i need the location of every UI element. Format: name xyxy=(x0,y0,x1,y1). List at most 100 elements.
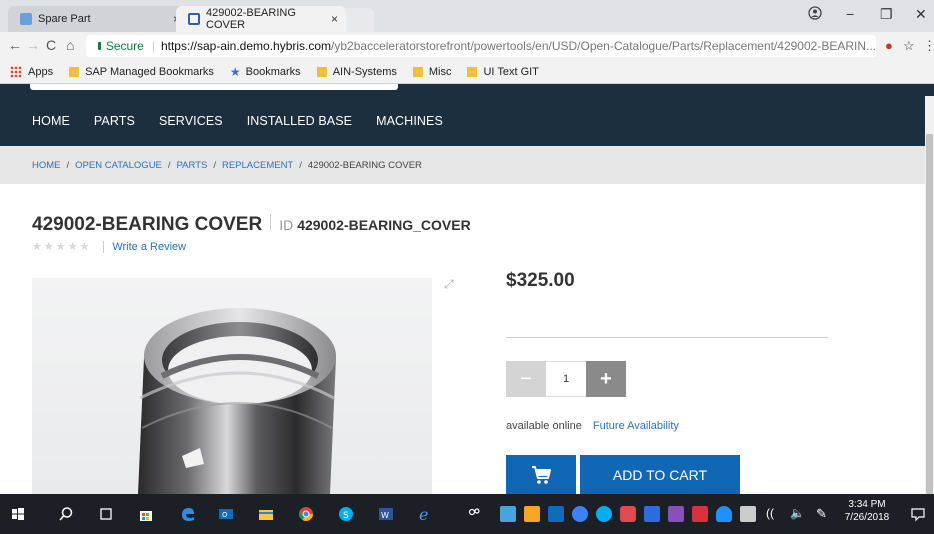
cart-icon-button[interactable] xyxy=(506,455,576,494)
bookmark-sap-managed[interactable]: SAP Managed Bookmarks xyxy=(69,66,214,78)
outlook-icon[interactable]: O xyxy=(218,506,234,522)
scrollbar-thumb[interactable] xyxy=(926,134,933,494)
folder-icon xyxy=(412,66,423,77)
main-navigation: HOME PARTS SERVICES INSTALLED BASE MACHI… xyxy=(0,96,934,146)
file-explorer-icon[interactable] xyxy=(258,506,274,522)
svg-text:e: e xyxy=(419,506,428,522)
tab-spare-part[interactable]: Spare Part × xyxy=(8,6,188,32)
quantity-decrease-button[interactable]: − xyxy=(506,361,546,397)
edge-icon[interactable] xyxy=(180,506,196,522)
product-price: $325.00 xyxy=(506,270,575,291)
address-bar-row: ← → C ⌂ Secure | https://sap-ain.demo.hy… xyxy=(0,32,934,60)
nav-installed-base[interactable]: INSTALLED BASE xyxy=(247,114,352,128)
quantity-stepper: − 1 + xyxy=(506,361,626,397)
tray-skype-icon[interactable] xyxy=(596,506,612,522)
url-divider: | xyxy=(151,39,155,53)
expand-image-icon[interactable]: ⤢ xyxy=(444,277,460,293)
svg-text:O: O xyxy=(222,511,228,519)
home-button[interactable]: ⌂ xyxy=(66,37,74,53)
bookmark-ain-systems[interactable]: AIN-Systems xyxy=(316,66,397,78)
store-icon[interactable] xyxy=(138,506,154,522)
lock-icon xyxy=(98,42,101,50)
tray-app-icon[interactable] xyxy=(524,506,540,522)
breadcrumb-separator: / xyxy=(213,159,216,171)
product-rating: ★★★★★ Write a Review xyxy=(32,240,186,253)
clock-time: 3:34 PM xyxy=(848,499,886,510)
reload-button[interactable]: C xyxy=(46,37,56,53)
tab-bearing-cover[interactable]: 429002-BEARING COVER × xyxy=(176,6,346,32)
folder-icon xyxy=(467,66,478,77)
availability-status: available online xyxy=(506,420,582,432)
tray-app-icon[interactable] xyxy=(572,506,588,522)
write-review-link[interactable]: Write a Review xyxy=(112,241,186,253)
bookmark-ui-text-git[interactable]: UI Text GIT xyxy=(467,65,539,78)
tray-shield-icon[interactable] xyxy=(644,506,660,522)
chrome-icon[interactable] xyxy=(298,506,314,522)
star-icon: ★ xyxy=(229,64,241,79)
tab-close-icon[interactable]: × xyxy=(331,12,338,26)
internet-explorer-icon[interactable]: e xyxy=(418,506,434,522)
breadcrumb-open-catalogue[interactable]: OPEN CATALOGUE xyxy=(75,160,162,171)
search-icon[interactable] xyxy=(58,506,74,522)
browser-tab-strip: Spare Part × 429002-BEARING COVER × − ❐ … xyxy=(0,0,934,32)
folder-icon xyxy=(316,66,327,77)
breadcrumb-separator: / xyxy=(167,159,171,171)
bookmark-label: UI Text GIT xyxy=(483,65,539,78)
pen-icon[interactable]: ✎ xyxy=(816,506,832,522)
tray-outlook-icon[interactable] xyxy=(548,506,564,522)
tray-battery-icon[interactable] xyxy=(740,506,756,522)
menu-icon[interactable]: ⋮ xyxy=(923,38,934,54)
wifi-icon[interactable]: (( xyxy=(766,506,782,522)
product-name: 429002-BEARING COVER xyxy=(32,214,263,235)
tray-app-icon[interactable] xyxy=(668,506,684,522)
forward-button[interactable]: → xyxy=(26,37,40,53)
product-id-value: 429002-BEARING_COVER xyxy=(297,217,471,233)
tray-app-icon[interactable] xyxy=(500,506,516,522)
breadcrumb-replacement[interactable]: REPLACEMENT xyxy=(222,160,293,171)
volume-icon[interactable]: 🔈 xyxy=(790,506,806,522)
back-button[interactable]: ← xyxy=(8,37,22,53)
tray-onedrive-icon[interactable] xyxy=(716,506,732,522)
bookmark-bookmarks[interactable]: ★ Bookmarks xyxy=(230,65,301,79)
bookmark-apps[interactable]: Apps xyxy=(10,65,53,78)
add-to-cart-button[interactable]: ADD TO CART xyxy=(580,455,740,494)
nav-parts[interactable]: PARTS xyxy=(94,114,135,128)
clock[interactable]: 3:34 PM 7/26/2018 xyxy=(842,499,892,523)
task-view-icon[interactable] xyxy=(98,506,114,522)
breadcrumb-home[interactable]: HOME xyxy=(32,160,61,171)
profile-icon[interactable] xyxy=(808,6,822,23)
product-image[interactable] xyxy=(32,278,432,494)
url-path: /yb2bacceleratorstorefront/powertools/en… xyxy=(331,39,876,53)
nav-home[interactable]: HOME xyxy=(32,114,70,128)
bearing-cover-image xyxy=(138,308,336,494)
url-domain: https://sap-ain.demo.hybris.com xyxy=(160,39,332,53)
tray-mcafee-icon[interactable] xyxy=(692,506,708,522)
minimize-button[interactable]: − xyxy=(846,6,854,22)
future-availability-link[interactable]: Future Availability xyxy=(593,420,679,432)
availability-row: available online Future Availability xyxy=(506,420,679,432)
scrollbar[interactable] xyxy=(925,96,934,494)
bookmark-misc[interactable]: Misc xyxy=(412,66,451,78)
nav-machines[interactable]: MACHINES xyxy=(376,114,443,128)
tab-title: Spare Part xyxy=(38,13,91,25)
word-icon[interactable]: W xyxy=(378,506,394,522)
bookmark-star-icon[interactable]: ☆ xyxy=(903,38,915,54)
tab-title: 429002-BEARING COVER xyxy=(206,7,296,31)
notifications-icon[interactable] xyxy=(910,506,926,522)
breadcrumb-parts[interactable]: PARTS xyxy=(177,160,208,171)
people-icon[interactable] xyxy=(466,506,482,522)
windows-start-icon[interactable] xyxy=(10,506,26,522)
tray-app-icon[interactable] xyxy=(620,506,636,522)
nav-services[interactable]: SERVICES xyxy=(159,114,223,128)
extension-icon[interactable]: ● xyxy=(885,38,893,53)
price-divider xyxy=(506,337,828,338)
maximize-button[interactable]: ❐ xyxy=(880,6,893,23)
quantity-increase-button[interactable]: + xyxy=(586,361,626,397)
close-window-button[interactable]: ✕ xyxy=(915,6,927,23)
search-box-edge[interactable] xyxy=(30,84,398,90)
skype-icon[interactable]: S xyxy=(338,506,354,522)
url-input[interactable]: Secure | https://sap-ain.demo.hybris.com… xyxy=(86,35,876,57)
quantity-input[interactable]: 1 xyxy=(546,361,586,397)
product-id-label: ID xyxy=(279,217,294,233)
hybris-icon xyxy=(188,13,200,25)
